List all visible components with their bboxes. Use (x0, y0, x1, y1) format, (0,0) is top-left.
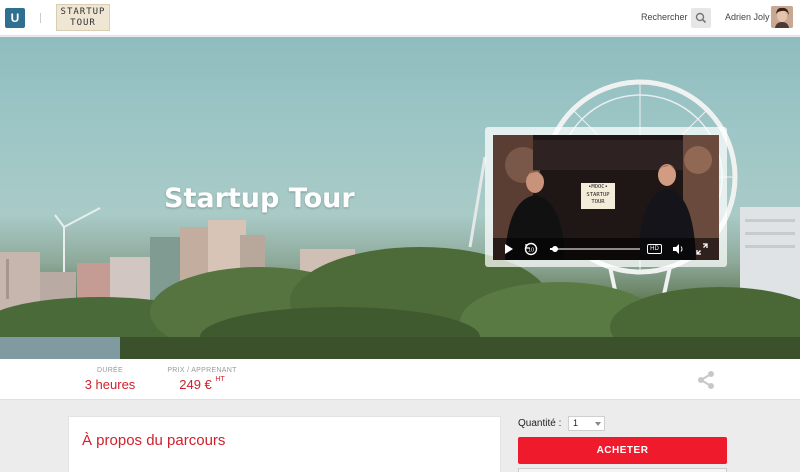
volume-icon[interactable] (671, 242, 685, 256)
course-info-strip: DURÉE 3 heures PRIX / APPRENANT 249 € HT (0, 359, 800, 400)
startup-tour-logo[interactable]: STARTUP TOUR (56, 4, 110, 31)
secondary-button-edge[interactable] (518, 468, 727, 472)
progress-handle[interactable] (551, 246, 558, 252)
fullscreen-icon[interactable] (695, 242, 709, 256)
quantity-label: Quantité : (518, 418, 562, 429)
app-logo[interactable]: U (5, 8, 25, 28)
price-value-row: 249 € HT (166, 376, 238, 392)
svg-text:10: 10 (528, 248, 534, 254)
video-sign-line-3: TOUR (591, 199, 605, 205)
price-label: PRIX / APPRENANT (167, 367, 237, 374)
replay-10-icon[interactable]: 10 (523, 241, 539, 257)
avatar[interactable] (771, 6, 793, 28)
video-sign-line-1: •MOOC• (588, 184, 608, 190)
buy-button[interactable]: ACHETER (518, 437, 727, 464)
search-button[interactable] (691, 8, 711, 28)
brand-line-2: TOUR (70, 18, 96, 28)
chevron-down-icon (595, 422, 601, 426)
course-title: Startup Tour (164, 183, 355, 214)
quantity-select[interactable]: 1 (568, 416, 605, 431)
progress-track[interactable] (550, 246, 640, 252)
duration-block: DURÉE 3 heures (80, 367, 140, 392)
quantity-value: 1 (573, 418, 579, 428)
duration-label: DURÉE (96, 367, 123, 374)
video-player[interactable]: •MOOC• STARTUP TOUR 10 HD (493, 135, 719, 260)
play-icon[interactable] (501, 242, 515, 256)
brand-line-1: STARTUP (60, 7, 106, 17)
video-sign-line-2: STARTUP (586, 191, 610, 198)
top-bar: U STARTUP TOUR Rechercher Adrien Joly (0, 0, 800, 36)
search-label[interactable]: Rechercher (641, 12, 688, 22)
avatar-image (771, 6, 793, 28)
divider (40, 13, 41, 23)
duration-value: 3 heures (84, 377, 136, 392)
price-suffix: HT (215, 376, 225, 383)
price-block: PRIX / APPRENANT 249 € HT (166, 367, 238, 392)
video-sign: •MOOC• STARTUP TOUR (581, 183, 615, 209)
video-controls: 10 HD (493, 238, 719, 260)
about-card: À propos du parcours (68, 416, 501, 472)
search-icon (695, 12, 707, 24)
price-value: 249 € (179, 377, 212, 392)
video-card: •MOOC• STARTUP TOUR 10 HD (485, 127, 727, 267)
about-title: À propos du parcours (82, 432, 226, 449)
user-name[interactable]: Adrien Joly (725, 12, 770, 22)
share-icon[interactable] (695, 369, 717, 391)
hero-banner: Startup Tour •MOOC• STARTUP TOUR 10 HD (0, 37, 800, 359)
hd-badge[interactable]: HD (647, 244, 662, 254)
